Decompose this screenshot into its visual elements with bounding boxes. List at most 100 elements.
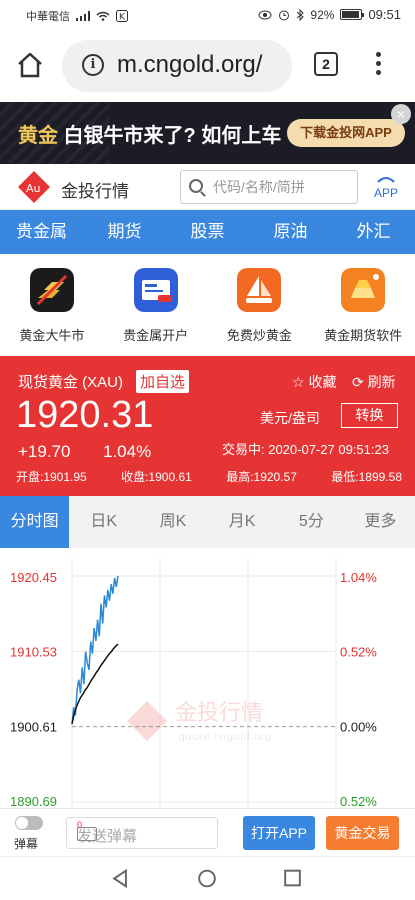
battery-percent: 92% [310, 7, 335, 22]
refresh-button[interactable]: ⟳ 刷新 [352, 372, 396, 392]
price-change: +19.70 [18, 442, 71, 461]
y-label-price: 1900.61 [10, 720, 57, 735]
gold-ingot-icon [341, 268, 386, 312]
tab-intraday[interactable]: 分时图 [0, 496, 70, 548]
app-link-label: APP [373, 186, 398, 200]
nav-item-crude-oil[interactable]: 原油 [249, 210, 332, 254]
site-header: Au 金投行情 APP [0, 164, 415, 210]
ad-headline-highlight: 黄金 [18, 125, 58, 147]
instrument-name: 现货黄金 (XAU) [18, 374, 124, 391]
y-label-percent: 1.04% [340, 570, 377, 585]
status-right: 92% 09:51 [258, 7, 401, 22]
eye-icon [258, 10, 272, 19]
brand-name[interactable]: 金投行情 [61, 177, 129, 202]
intraday-chart[interactable]: 金投行情 quote.cngold.org 1920.45 1.04% 1910.5… [0, 548, 415, 808]
y-label-price: 1920.45 [10, 570, 57, 585]
shortcut-account-open[interactable]: 贵金属开户 [104, 254, 208, 356]
y-label-percent: 0.52% [340, 644, 377, 659]
system-navigation-bar [0, 856, 415, 900]
site-info-icon[interactable]: i [82, 54, 104, 76]
logo-icon[interactable]: Au [16, 169, 52, 205]
favorite-button[interactable]: ☆ 收藏 [292, 372, 336, 392]
clock: 09:51 [368, 7, 401, 22]
tab-weekly-k[interactable]: 周K [138, 496, 207, 548]
search-input[interactable] [213, 177, 353, 197]
watermark-text: 金投行情 [175, 701, 263, 726]
recents-icon[interactable] [284, 869, 301, 887]
tab-daily-k[interactable]: 日K [69, 496, 138, 548]
search-icon [189, 179, 203, 193]
tab-switcher-button[interactable]: 2 [314, 52, 338, 76]
back-icon[interactable] [112, 868, 127, 889]
more-menu-icon[interactable] [372, 50, 384, 80]
status-left: 中華電信 K [26, 8, 128, 24]
add-watchlist-button[interactable]: 加自选 [136, 370, 190, 393]
nav-item-stocks[interactable]: 股票 [166, 210, 249, 254]
shortcut-label: 免费炒黄金 [226, 328, 292, 343]
phone-icon [377, 177, 395, 183]
danmu-input[interactable]: 发送弹幕 0 [66, 817, 218, 849]
watermark-url: quote.cngold.org [178, 730, 272, 743]
y-label-percent: 0.00% [340, 720, 377, 735]
y-label-price: 1910.53 [10, 644, 57, 659]
convert-button[interactable]: 转换 [341, 403, 398, 428]
shortcut-futures-software[interactable]: 黄金期货软件 [311, 254, 415, 356]
signal-icon [76, 11, 90, 21]
nav-item-forex[interactable]: 外汇 [332, 210, 415, 254]
shortcut-free-trade[interactable]: 免费炒黄金 [208, 254, 312, 356]
shortcut-row: 黄金大牛市 贵金属开户 免费炒黄金 黄金期货软件 [0, 254, 415, 356]
app-download-link[interactable]: APP [372, 174, 400, 202]
browser-toolbar: i m.cngold.org/ 2 [0, 30, 415, 102]
account-card-icon [133, 268, 178, 312]
alarm-icon [279, 10, 290, 20]
address-bar[interactable]: i m.cngold.org/ [62, 40, 292, 92]
danmu-toggle[interactable] [15, 816, 43, 830]
bottom-action-bar: 弹幕 发送弹幕 0 打开APP 黄金交易 [0, 808, 415, 856]
bluetooth-icon [297, 8, 305, 21]
low-price: 最低:1899.58 [331, 470, 402, 484]
ad-close-icon[interactable]: × [391, 104, 411, 124]
nav-item-precious-metals[interactable]: 贵金属 [0, 210, 83, 254]
ad-download-button[interactable]: 下载金投网APP [287, 119, 405, 147]
danmu-count-badge: 0 [77, 820, 83, 830]
shortcut-label: 贵金属开户 [123, 328, 189, 343]
status-bar: 中華電信 K 92% 09:51 [0, 0, 415, 30]
tab-monthly-k[interactable]: 月K [208, 496, 277, 548]
home-icon[interactable] [16, 50, 44, 80]
home-circle-icon[interactable] [198, 869, 216, 888]
wifi-icon [96, 11, 110, 21]
ad-headline-main: 白银牛市来了? 如何上车 [58, 125, 282, 147]
y-axis-labels: 1920.45 1.04% 1910.53 0.52% 1900.61 0.00% 1890… [10, 570, 377, 808]
close-price: 收盘:1900.61 [121, 470, 192, 484]
y-label-percent: 0.52% [340, 794, 377, 808]
chart-watermark: 金投行情 quote.cngold.org [127, 701, 272, 743]
tab-more[interactable]: 更多 [346, 496, 415, 548]
shortcut-gold-bull[interactable]: 黄金大牛市 [0, 254, 104, 356]
battery-icon [340, 9, 365, 20]
shortcut-label: 黄金期货软件 [324, 328, 403, 343]
open-app-button[interactable]: 打开APP [243, 816, 315, 850]
gold-trade-button[interactable]: 黄金交易 [326, 816, 399, 850]
url-text: m.cngold.org/ [117, 51, 263, 78]
ad-headline: 黄金 白银牛市来了? 如何上车 [18, 119, 281, 148]
favorite-label: 收藏 [308, 374, 337, 390]
nav-item-futures[interactable]: 期货 [83, 210, 166, 254]
quote-panel: 现货黄金 (XAU) 加自选 ☆ 收藏 ⟳ 刷新 1920.31 +19.70 … [0, 356, 415, 496]
gold-bars-icon [29, 268, 74, 312]
current-price: 1920.31 [16, 394, 154, 436]
search-box[interactable] [180, 170, 358, 204]
chart-period-tabs: 分时图 日K 周K 月K 5分 更多 [0, 496, 415, 548]
refresh-icon: ⟳ [352, 374, 368, 390]
svg-text:K: K [119, 13, 126, 23]
price-change-percent: 1.04% [103, 442, 152, 461]
open-price: 开盘:1901.95 [16, 470, 87, 484]
danmu-label: 弹幕 [14, 837, 39, 851]
trade-status-time: 交易中: 2020-07-27 09:51:23 [222, 442, 389, 457]
tab-5min[interactable]: 5分 [277, 496, 346, 548]
ad-banner[interactable]: 黄金 白银牛市来了? 如何上车 下载金投网APP × [0, 102, 415, 164]
high-price: 最高:1920.57 [226, 470, 297, 484]
star-icon: ☆ [292, 374, 309, 390]
carrier-label: 中華電信 [26, 11, 70, 23]
refresh-label: 刷新 [367, 374, 396, 390]
chart-grid [71, 558, 337, 808]
